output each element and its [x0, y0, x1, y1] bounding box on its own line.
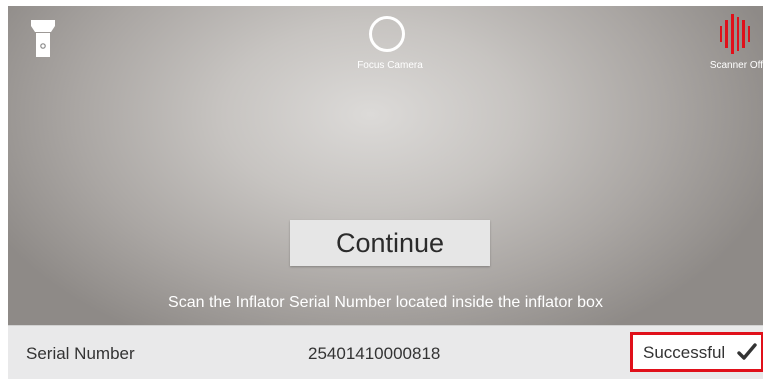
flashlight-icon	[31, 20, 55, 57]
camera-preview: Focus Camera Scanner Off Continue Scan t…	[8, 6, 763, 325]
focus-ring-icon	[369, 16, 405, 52]
scanner-screen: Focus Camera Scanner Off Continue Scan t…	[8, 6, 763, 379]
scan-result-bar: Serial Number 25401410000818 Successful	[8, 325, 763, 379]
flashlight-button[interactable]	[30, 18, 56, 58]
continue-button[interactable]: Continue	[290, 220, 490, 266]
focus-camera-label: Focus Camera	[357, 60, 423, 71]
scan-status-highlight: Successful	[630, 332, 763, 372]
barcode-scanner-icon	[720, 14, 750, 54]
scanner-toggle-button[interactable]: Scanner Off	[698, 14, 763, 74]
scan-instruction: Scan the Inflator Serial Number located …	[168, 294, 603, 311]
checkmark-icon	[737, 343, 757, 360]
scan-status-text: Successful	[643, 343, 726, 362]
serial-number-label: Serial Number	[26, 344, 135, 363]
serial-number-value: 25401410000818	[308, 344, 441, 363]
focus-camera-button[interactable]: Focus Camera	[350, 16, 430, 78]
scanner-status-label: Scanner Off	[709, 60, 763, 71]
